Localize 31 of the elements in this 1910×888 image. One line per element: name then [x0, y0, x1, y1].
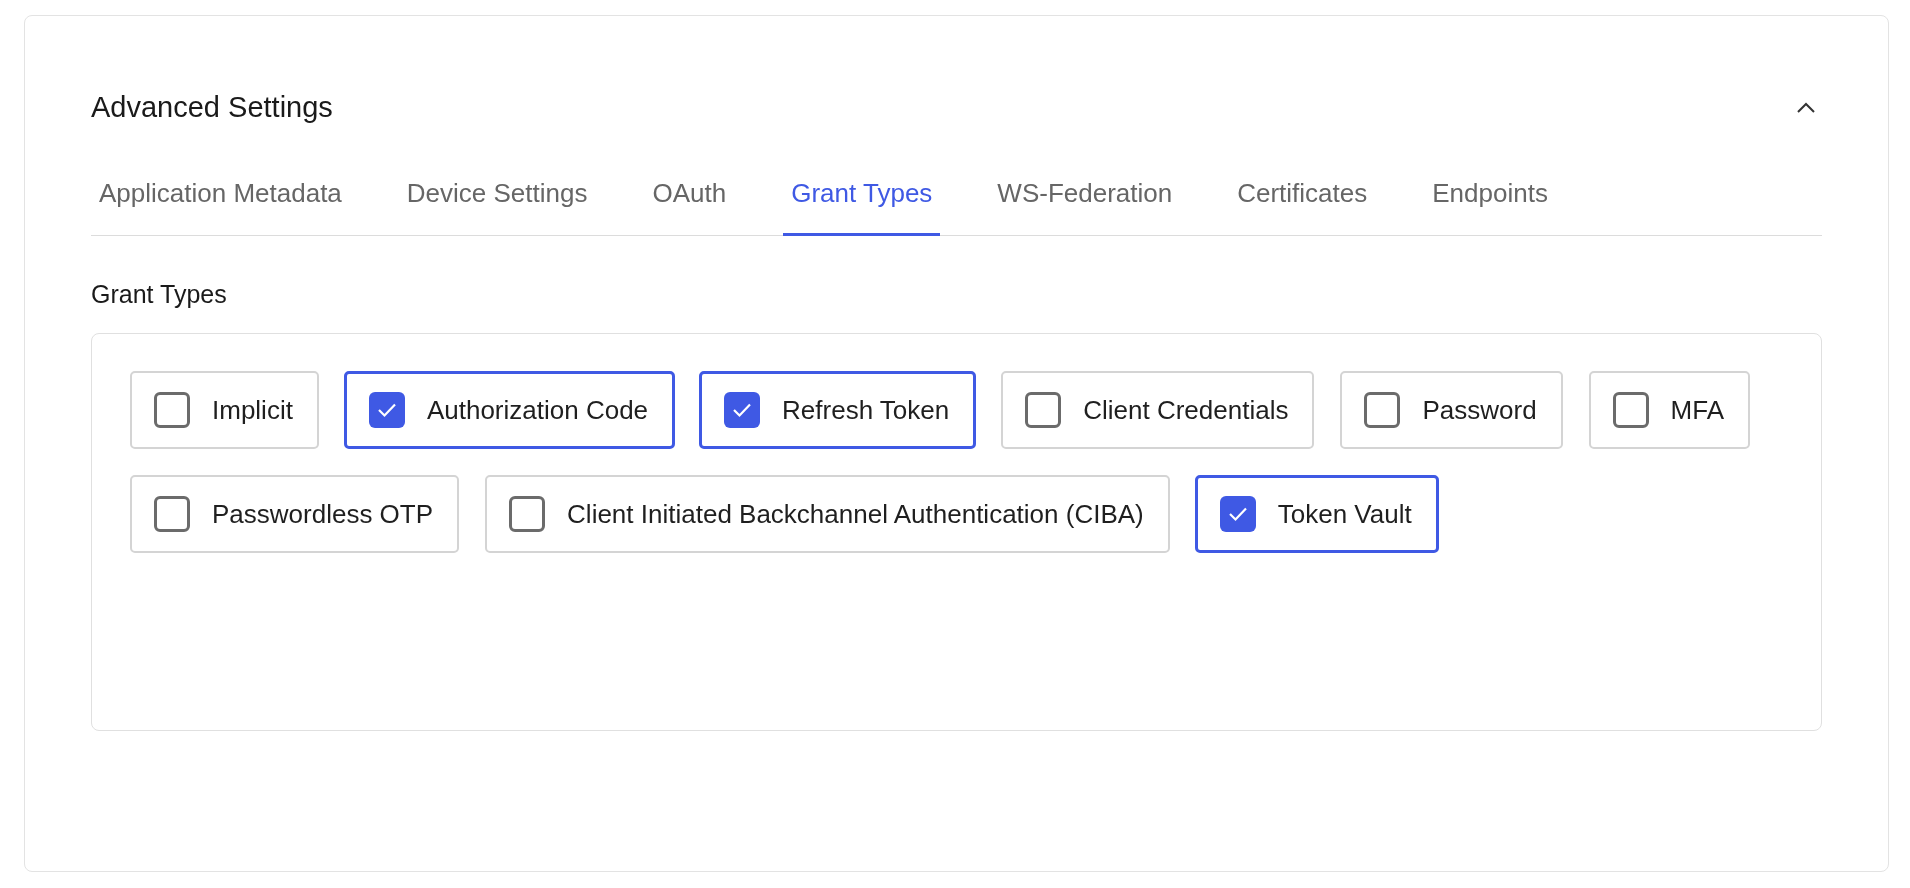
checkbox[interactable]: [368, 392, 405, 428]
checkbox[interactable]: [1219, 496, 1256, 532]
grant-type-option[interactable]: Passwordless OTP: [130, 475, 460, 553]
tab[interactable]: OAuth: [644, 173, 735, 236]
grant-type-option[interactable]: Implicit: [130, 371, 319, 449]
section-title: Grant Types: [91, 278, 228, 310]
checkbox[interactable]: [1364, 392, 1401, 428]
tab[interactable]: Application Metadata: [91, 173, 350, 236]
checkbox[interactable]: [154, 392, 190, 428]
grant-type-option[interactable]: Client Credentials: [1001, 371, 1315, 449]
checkbox[interactable]: [724, 392, 761, 428]
tab[interactable]: Grant Types: [783, 173, 941, 236]
tab[interactable]: Endpoints: [1424, 173, 1556, 236]
grant-type-option[interactable]: Client Initiated Backchannel Authentication (CIBA): [485, 475, 1170, 553]
grant-type-option[interactable]: Token Vault: [1194, 475, 1439, 553]
panel-title: Advanced Settings: [91, 90, 333, 125]
check-icon: [732, 402, 753, 418]
grant-type-option[interactable]: Authorization Code: [343, 371, 676, 449]
grant-type-option[interactable]: Password: [1340, 371, 1563, 449]
check-icon: [1227, 506, 1248, 522]
grant-type-option[interactable]: Refresh Token: [699, 371, 977, 449]
check-icon: [376, 402, 397, 418]
tab[interactable]: Certificates: [1229, 173, 1376, 236]
checkbox[interactable]: [1025, 392, 1062, 428]
tab[interactable]: WS-Federation: [989, 173, 1181, 236]
chevron-icon: [1796, 101, 1816, 114]
grant-type-option[interactable]: MFA: [1588, 371, 1751, 449]
checkbox[interactable]: [509, 496, 546, 532]
tab[interactable]: Device Settings: [398, 173, 596, 236]
checkbox[interactable]: [154, 496, 190, 532]
checkbox[interactable]: [1612, 392, 1649, 428]
